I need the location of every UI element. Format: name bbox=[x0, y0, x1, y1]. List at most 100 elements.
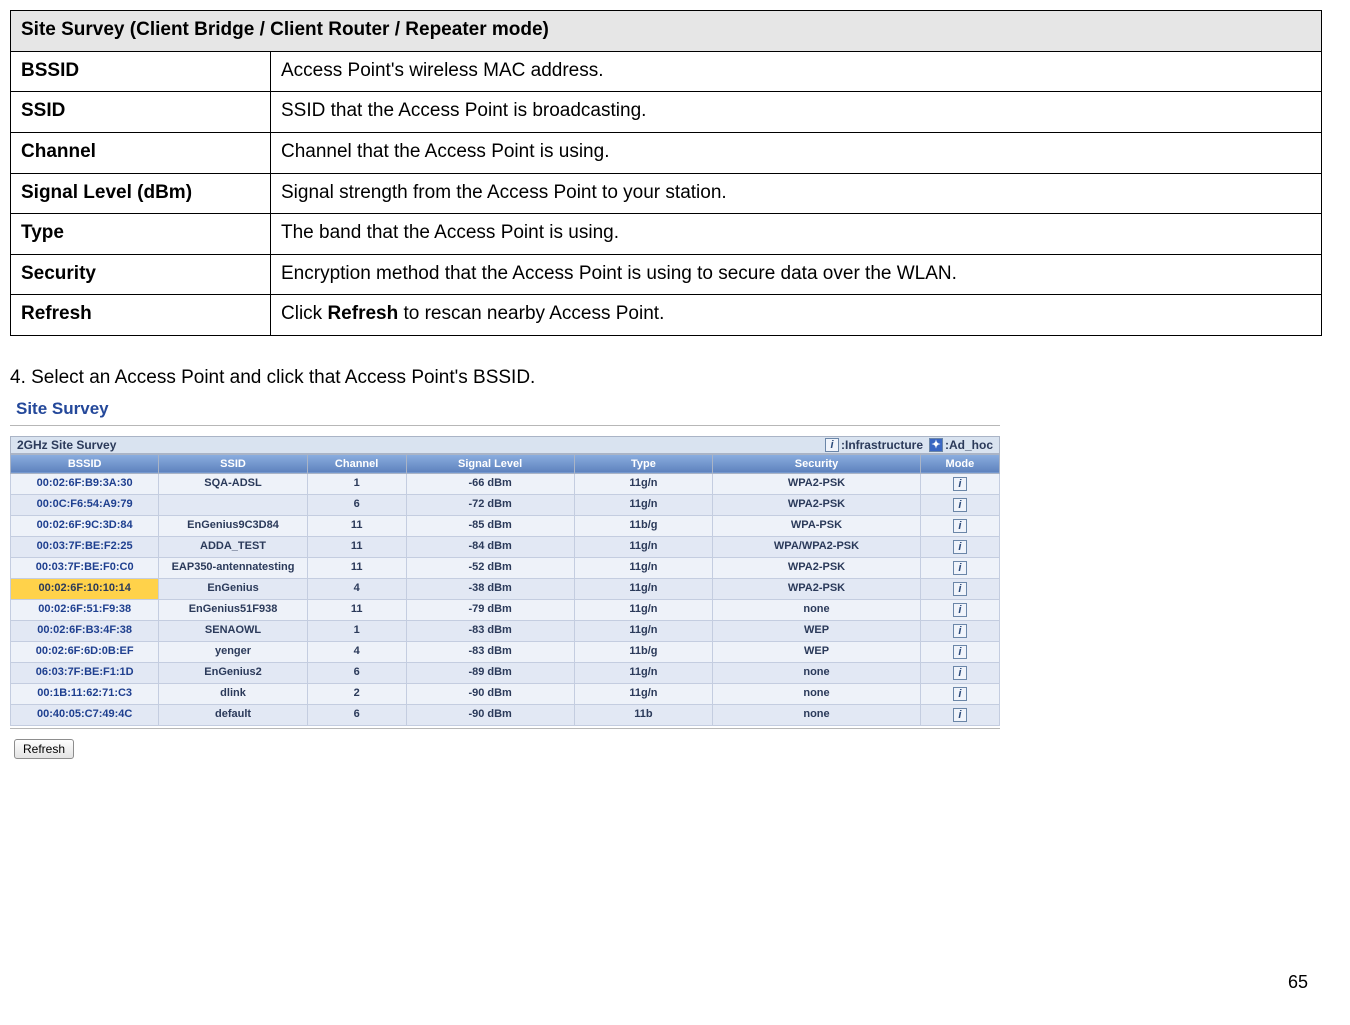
mode-cell bbox=[920, 620, 999, 641]
infrastructure-icon bbox=[953, 708, 967, 722]
signal-cell: -66 dBm bbox=[406, 473, 574, 494]
signal-cell: -38 dBm bbox=[406, 578, 574, 599]
signal-cell: -83 dBm bbox=[406, 641, 574, 662]
security-cell: none bbox=[713, 683, 921, 704]
survey-tbody: 00:02:6F:B9:3A:30SQA-ADSL1-66 dBm11g/nWP… bbox=[11, 473, 1000, 725]
definition-term: Signal Level (dBm) bbox=[11, 173, 271, 214]
ssid-cell: EnGenius9C3D84 bbox=[159, 515, 307, 536]
ssid-cell: EAP350-antennatesting bbox=[159, 557, 307, 578]
survey-column-header: Signal Level bbox=[406, 454, 574, 473]
infrastructure-icon bbox=[953, 624, 967, 638]
security-cell: WPA2-PSK bbox=[713, 557, 921, 578]
definition-term: BSSID bbox=[11, 51, 271, 92]
step-text: 4. Select an Access Point and click that… bbox=[10, 364, 1330, 393]
security-cell: none bbox=[713, 704, 921, 725]
signal-cell: -89 dBm bbox=[406, 662, 574, 683]
channel-cell: 11 bbox=[307, 536, 406, 557]
definitions-row: SecurityEncryption method that the Acces… bbox=[11, 254, 1322, 295]
mode-cell bbox=[920, 515, 999, 536]
signal-cell: -72 dBm bbox=[406, 494, 574, 515]
survey-column-header: Channel bbox=[307, 454, 406, 473]
adhoc-label: :Ad_hoc bbox=[945, 438, 993, 452]
survey-row: 00:1B:11:62:71:C3dlink2-90 dBm11g/nnone bbox=[11, 683, 1000, 704]
channel-cell: 4 bbox=[307, 641, 406, 662]
page-number: 65 bbox=[1288, 972, 1308, 993]
security-cell: none bbox=[713, 662, 921, 683]
mode-cell bbox=[920, 641, 999, 662]
ssid-cell: SQA-ADSL bbox=[159, 473, 307, 494]
ssid-cell bbox=[159, 494, 307, 515]
mode-cell bbox=[920, 536, 999, 557]
survey-row: 00:0C:F6:54:A9:796-72 dBm11g/nWPA2-PSK bbox=[11, 494, 1000, 515]
survey-row: 00:02:6F:6D:0B:EFyenger4-83 dBm11b/gWEP bbox=[11, 641, 1000, 662]
bssid-link[interactable]: 06:03:7F:BE:F1:1D bbox=[11, 662, 159, 683]
bssid-link[interactable]: 00:03:7F:BE:F0:C0 bbox=[11, 557, 159, 578]
definitions-row: BSSIDAccess Point's wireless MAC address… bbox=[11, 51, 1322, 92]
mode-cell bbox=[920, 557, 999, 578]
survey-row: 00:03:7F:BE:F0:C0EAP350-antennatesting11… bbox=[11, 557, 1000, 578]
definitions-row: ChannelChannel that the Access Point is … bbox=[11, 132, 1322, 173]
definition-term: Security bbox=[11, 254, 271, 295]
bssid-link[interactable]: 00:40:05:C7:49:4C bbox=[11, 704, 159, 725]
signal-cell: -79 dBm bbox=[406, 599, 574, 620]
definition-desc: Signal strength from the Access Point to… bbox=[271, 173, 1322, 214]
survey-table: BSSIDSSIDChannelSignal LevelTypeSecurity… bbox=[10, 454, 1000, 726]
infrastructure-icon bbox=[825, 438, 839, 452]
channel-cell: 4 bbox=[307, 578, 406, 599]
bssid-link[interactable]: 00:02:6F:9C:3D:84 bbox=[11, 515, 159, 536]
bssid-link[interactable]: 00:03:7F:BE:F2:25 bbox=[11, 536, 159, 557]
type-cell: 11g/n bbox=[574, 578, 712, 599]
bssid-link[interactable]: 00:02:6F:B9:3A:30 bbox=[11, 473, 159, 494]
bssid-link[interactable]: 00:02:6F:6D:0B:EF bbox=[11, 641, 159, 662]
bssid-link[interactable]: 00:02:6F:B3:4F:38 bbox=[11, 620, 159, 641]
legend-title: 2GHz Site Survey bbox=[17, 438, 819, 452]
survey-row: 00:02:6F:B3:4F:38SENAOWL1-83 dBm11g/nWEP bbox=[11, 620, 1000, 641]
survey-column-header: SSID bbox=[159, 454, 307, 473]
definitions-header: Site Survey (Client Bridge / Client Rout… bbox=[11, 11, 1322, 52]
type-cell: 11g/n bbox=[574, 599, 712, 620]
site-survey-screenshot: Site Survey 2GHz Site Survey :Infrastruc… bbox=[10, 397, 1000, 759]
type-cell: 11b bbox=[574, 704, 712, 725]
signal-cell: -83 dBm bbox=[406, 620, 574, 641]
survey-header-row: BSSIDSSIDChannelSignal LevelTypeSecurity… bbox=[11, 454, 1000, 473]
mode-cell bbox=[920, 683, 999, 704]
bssid-link[interactable]: 00:1B:11:62:71:C3 bbox=[11, 683, 159, 704]
ssid-cell: EnGenius bbox=[159, 578, 307, 599]
survey-column-header: Security bbox=[713, 454, 921, 473]
definition-desc: Channel that the Access Point is using. bbox=[271, 132, 1322, 173]
survey-row: 00:40:05:C7:49:4Cdefault6-90 dBm11bnone bbox=[11, 704, 1000, 725]
definition-desc: Encryption method that the Access Point … bbox=[271, 254, 1322, 295]
infrastructure-icon bbox=[953, 519, 967, 533]
security-cell: WPA2-PSK bbox=[713, 578, 921, 599]
page: Site Survey (Client Bridge / Client Rout… bbox=[10, 10, 1330, 1005]
security-cell: WEP bbox=[713, 620, 921, 641]
definition-desc: SSID that the Access Point is broadcasti… bbox=[271, 92, 1322, 133]
divider bbox=[10, 728, 1000, 729]
signal-cell: -90 dBm bbox=[406, 704, 574, 725]
security-cell: WPA2-PSK bbox=[713, 494, 921, 515]
ssid-cell: EnGenius2 bbox=[159, 662, 307, 683]
refresh-button[interactable]: Refresh bbox=[14, 739, 74, 759]
infrastructure-icon bbox=[953, 498, 967, 512]
definition-desc: Access Point's wireless MAC address. bbox=[271, 51, 1322, 92]
infrastructure-icon bbox=[953, 687, 967, 701]
mode-cell bbox=[920, 704, 999, 725]
adhoc-icon bbox=[929, 438, 943, 452]
infrastructure-icon bbox=[953, 645, 967, 659]
infrastructure-icon bbox=[953, 561, 967, 575]
bssid-link[interactable]: 00:0C:F6:54:A9:79 bbox=[11, 494, 159, 515]
type-cell: 11g/n bbox=[574, 662, 712, 683]
bssid-link[interactable]: 00:02:6F:10:10:14 bbox=[11, 578, 159, 599]
divider bbox=[10, 425, 1000, 426]
mode-cell bbox=[920, 578, 999, 599]
definitions-row: TypeThe band that the Access Point is us… bbox=[11, 214, 1322, 255]
type-cell: 11g/n bbox=[574, 473, 712, 494]
ssid-cell: EnGenius51F938 bbox=[159, 599, 307, 620]
definition-desc: Click Refresh to rescan nearby Access Po… bbox=[271, 295, 1322, 336]
channel-cell: 11 bbox=[307, 557, 406, 578]
bssid-link[interactable]: 00:02:6F:51:F9:38 bbox=[11, 599, 159, 620]
type-cell: 11g/n bbox=[574, 494, 712, 515]
channel-cell: 6 bbox=[307, 662, 406, 683]
channel-cell: 1 bbox=[307, 620, 406, 641]
mode-cell bbox=[920, 599, 999, 620]
